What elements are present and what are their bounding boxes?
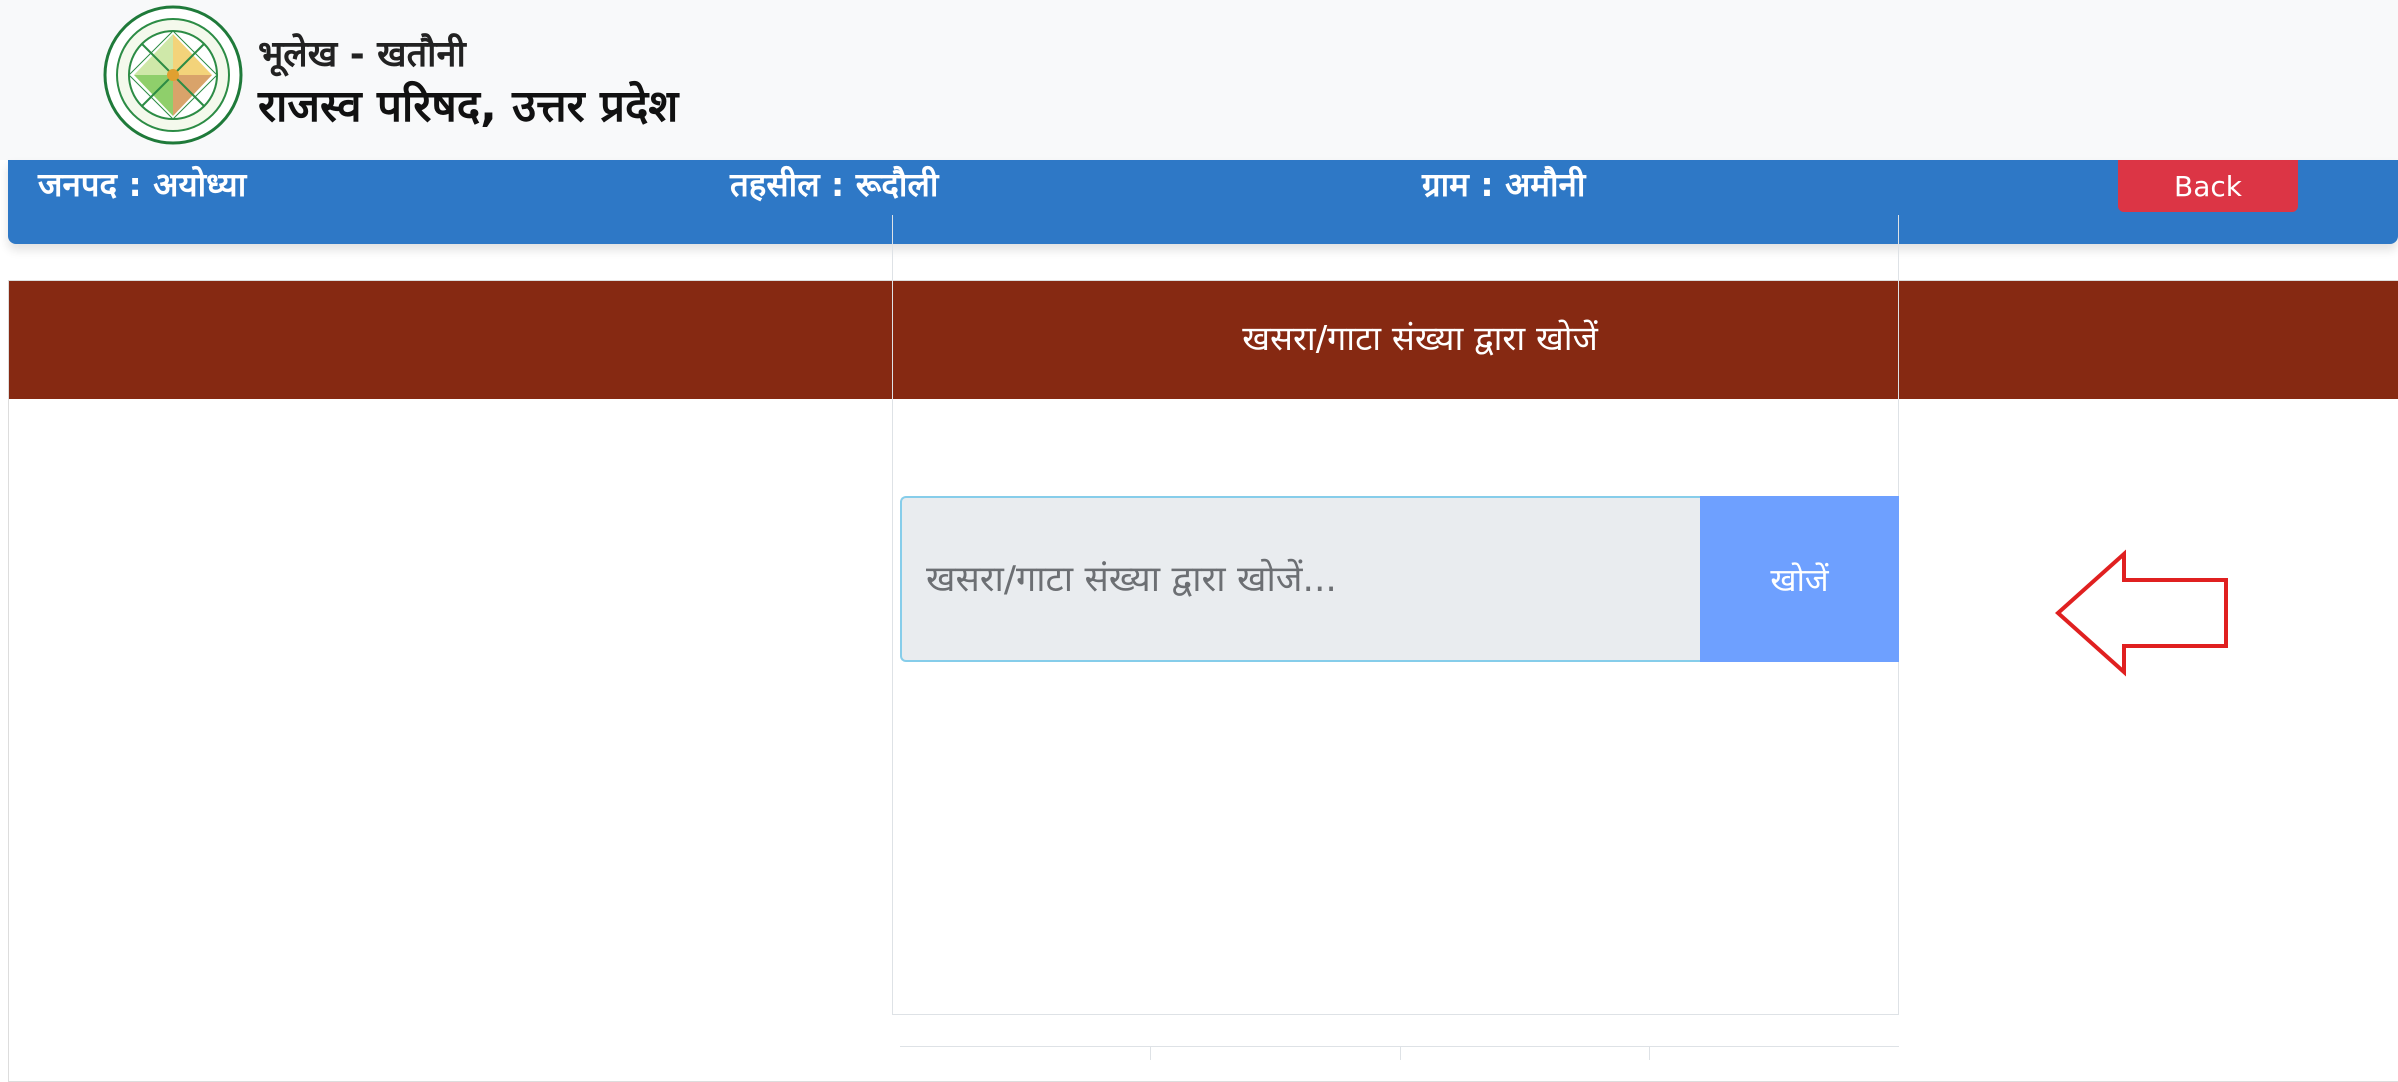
site-title: राजस्व परिषद, उत्तर प्रदेश xyxy=(258,81,679,132)
search-button[interactable]: खोजें xyxy=(1700,496,1899,662)
back-button[interactable]: Back xyxy=(2118,160,2298,212)
site-subtitle: भूलेख - खतौनी xyxy=(258,34,466,75)
table-column-divider xyxy=(1150,1046,1151,1060)
site-header: भूलेख - खतौनी राजस्व परिषद, उत्तर प्रदेश xyxy=(0,0,2398,160)
table-column-divider xyxy=(1649,1046,1650,1060)
tehsil-label: तहसील : रूदौली xyxy=(730,165,939,204)
village-label: ग्राम : अमौनी xyxy=(1422,165,1586,204)
khasra-search-input[interactable] xyxy=(900,496,1700,662)
table-column-divider xyxy=(1400,1046,1401,1060)
arrow-left-outline-icon xyxy=(2054,549,2228,677)
revenue-board-seal-icon xyxy=(103,5,243,145)
district-label: जनपद : अयोध्या xyxy=(38,165,247,204)
